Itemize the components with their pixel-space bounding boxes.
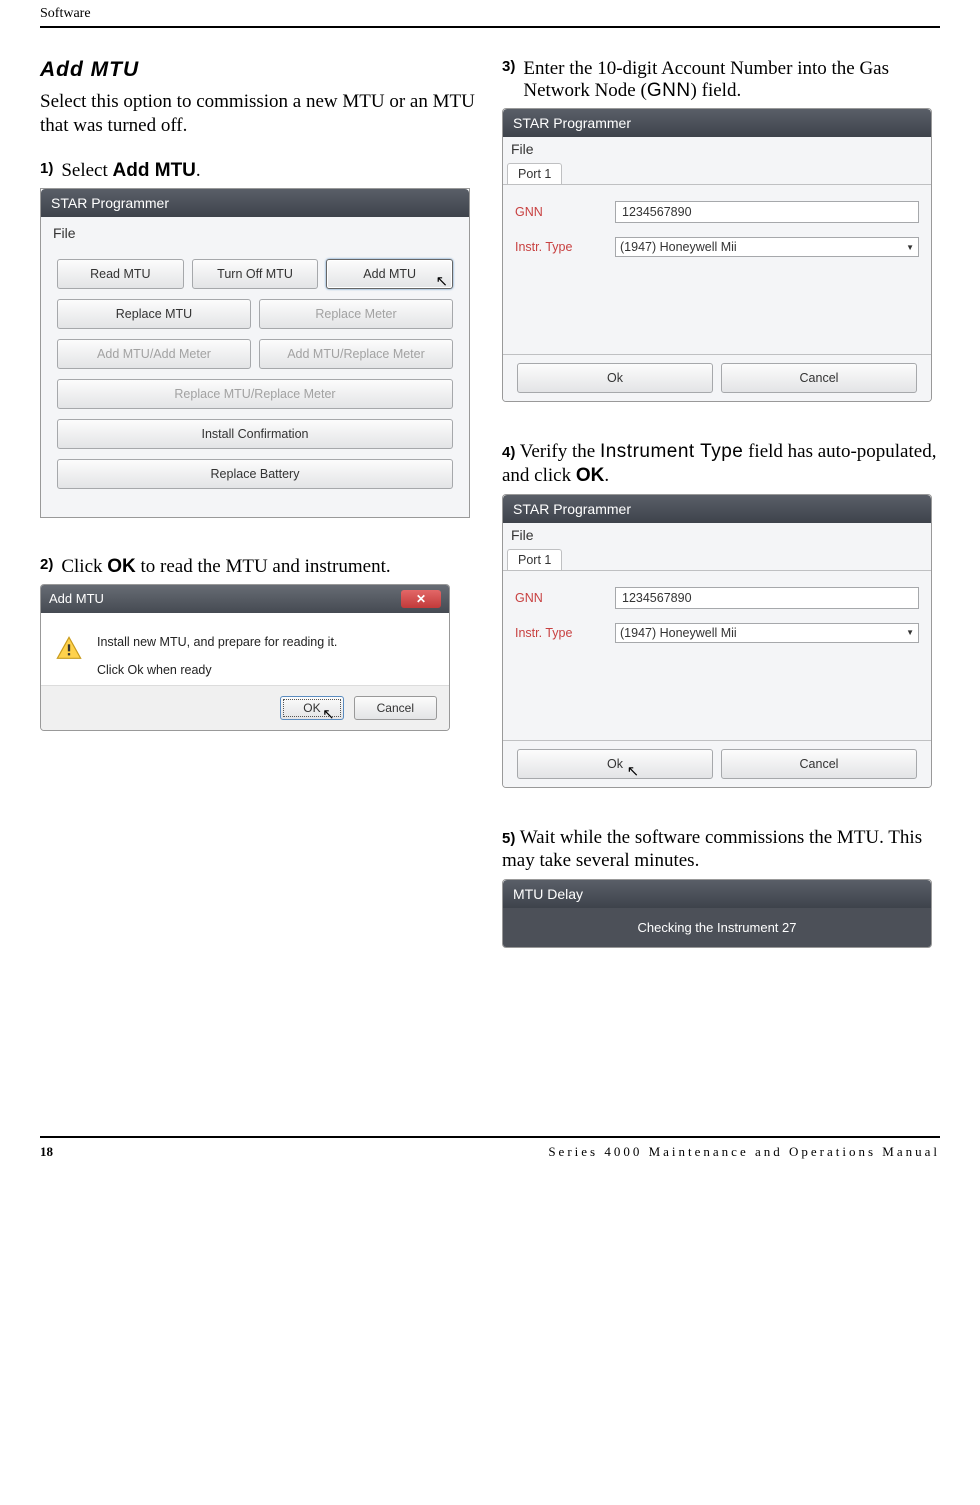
add-mtu-add-meter-button: Add MTU/Add Meter <box>57 339 251 369</box>
ok-button[interactable]: Ok <box>517 363 713 393</box>
replace-battery-button[interactable]: Replace Battery <box>57 459 453 489</box>
step-3-post: ) field. <box>691 80 742 101</box>
step-2-bold: OK <box>107 556 136 577</box>
replace-meter-button: Replace Meter <box>259 299 453 329</box>
cancel-button[interactable]: Cancel <box>354 696 437 720</box>
gnn-input[interactable]: 1234567890 <box>615 201 919 223</box>
gnn-label: GNN <box>515 591 605 605</box>
screenshot-mtu-delay: MTU Delay Checking the Instrument 27 <box>502 879 932 948</box>
step-5-number: 5) <box>502 830 515 847</box>
close-icon[interactable]: ✕ <box>401 590 441 608</box>
warning-icon <box>55 635 83 663</box>
step-2-number: 2) <box>40 556 53 578</box>
dialog-title: Add MTU <box>49 591 104 606</box>
left-column: Add MTU Select this option to commission… <box>40 58 478 986</box>
ok-label: Ok <box>607 757 623 771</box>
step-5: 5) Wait while the software commissions t… <box>502 826 940 874</box>
tab-port-1[interactable]: Port 1 <box>507 549 562 570</box>
step-4-sans: Instrument Type <box>600 441 743 462</box>
replace-mtu-replace-meter-button: Replace MTU/Replace Meter <box>57 379 453 409</box>
add-mtu-replace-meter-button: Add MTU/Replace Meter <box>259 339 453 369</box>
right-column: 3) Enter the 10-digit Account Number int… <box>502 58 940 986</box>
step-2: 2) Click OK to read the MTU and instrume… <box>40 556 478 578</box>
turn-off-mtu-button[interactable]: Turn Off MTU <box>192 259 319 289</box>
add-mtu-button[interactable]: Add MTU ↖ <box>326 259 453 289</box>
step-4-bold: OK <box>576 465 605 486</box>
screenshot-gnn-entry: STAR Programmer File Port 1 GNN 12345678… <box>502 108 932 402</box>
section-heading: Add MTU <box>40 58 478 82</box>
gnn-label: GNN <box>515 205 605 219</box>
intro-text: Select this option to commission a new M… <box>40 90 478 138</box>
window-title: STAR Programmer <box>41 189 469 217</box>
step-1: 1) Select Add MTU. <box>40 160 478 182</box>
step-1-number: 1) <box>40 160 53 182</box>
cursor-icon: ↖ <box>627 762 640 780</box>
dialog-line2: Click Ok when ready <box>97 663 433 677</box>
step-4-number: 4) <box>502 444 515 461</box>
read-mtu-button[interactable]: Read MTU <box>57 259 184 289</box>
cancel-button[interactable]: Cancel <box>721 363 917 393</box>
instr-type-select[interactable]: (1947) Honeywell Mii ▼ <box>615 237 919 257</box>
step-1-bold: Add MTU <box>113 160 196 181</box>
delay-message: Checking the Instrument 27 <box>503 908 931 947</box>
step-2-post: to read the MTU and instrument. <box>136 556 391 577</box>
window-title: STAR Programmer <box>503 495 931 523</box>
instr-type-value: (1947) Honeywell Mii <box>620 240 737 254</box>
ok-label: OK <box>303 701 320 715</box>
cursor-icon: ↖ <box>322 705 335 723</box>
cursor-icon: ↖ <box>435 272 448 290</box>
step-3-number: 3) <box>502 58 515 102</box>
step-1-pre: Select <box>61 160 112 181</box>
menu-file[interactable]: File <box>503 523 931 545</box>
window-title: MTU Delay <box>503 880 931 908</box>
screenshot-add-mtu-dialog: Add MTU ✕ Install new MTU, and prepare f… <box>40 584 450 731</box>
page-footer: 18 Series 4000 Maintenance and Operation… <box>40 1136 940 1180</box>
replace-mtu-button[interactable]: Replace MTU <box>57 299 251 329</box>
dialog-line1: Install new MTU, and prepare for reading… <box>97 635 433 649</box>
step-2-pre: Click <box>61 556 107 577</box>
menu-file[interactable]: File <box>51 223 459 247</box>
install-confirmation-button[interactable]: Install Confirmation <box>57 419 453 449</box>
ok-button[interactable]: Ok ↖ <box>517 749 713 779</box>
instr-type-select[interactable]: (1947) Honeywell Mii ▼ <box>615 623 919 643</box>
step-5-text: Wait while the software commissions the … <box>502 827 922 872</box>
screenshot-instrument-type: STAR Programmer File Port 1 GNN 12345678… <box>502 494 932 788</box>
add-mtu-label: Add MTU <box>363 267 416 281</box>
manual-title: Series 4000 Maintenance and Operations M… <box>548 1144 940 1160</box>
gnn-input[interactable]: 1234567890 <box>615 587 919 609</box>
instr-type-value: (1947) Honeywell Mii <box>620 626 737 640</box>
chevron-down-icon: ▼ <box>906 628 914 637</box>
step-4-post: . <box>604 465 609 486</box>
step-4-pre: Verify the <box>515 441 600 462</box>
window-title: STAR Programmer <box>503 109 931 137</box>
menu-file[interactable]: File <box>503 137 931 159</box>
ok-button[interactable]: OK ↖ <box>280 696 343 720</box>
step-3: 3) Enter the 10-digit Account Number int… <box>502 58 940 102</box>
cancel-button[interactable]: Cancel <box>721 749 917 779</box>
page-header-section: Software <box>40 0 940 28</box>
step-1-post: . <box>196 160 201 181</box>
page-number: 18 <box>40 1144 53 1160</box>
tab-port-1[interactable]: Port 1 <box>507 163 562 184</box>
instr-type-label: Instr. Type <box>515 626 605 640</box>
screenshot-star-programmer-buttons: STAR Programmer File Read MTU Turn Off M… <box>40 188 470 518</box>
chevron-down-icon: ▼ <box>906 243 914 252</box>
step-3-sans: GNN <box>647 80 691 101</box>
instr-type-label: Instr. Type <box>515 240 605 254</box>
step-4: 4) Verify the Instrument Type field has … <box>502 440 940 488</box>
